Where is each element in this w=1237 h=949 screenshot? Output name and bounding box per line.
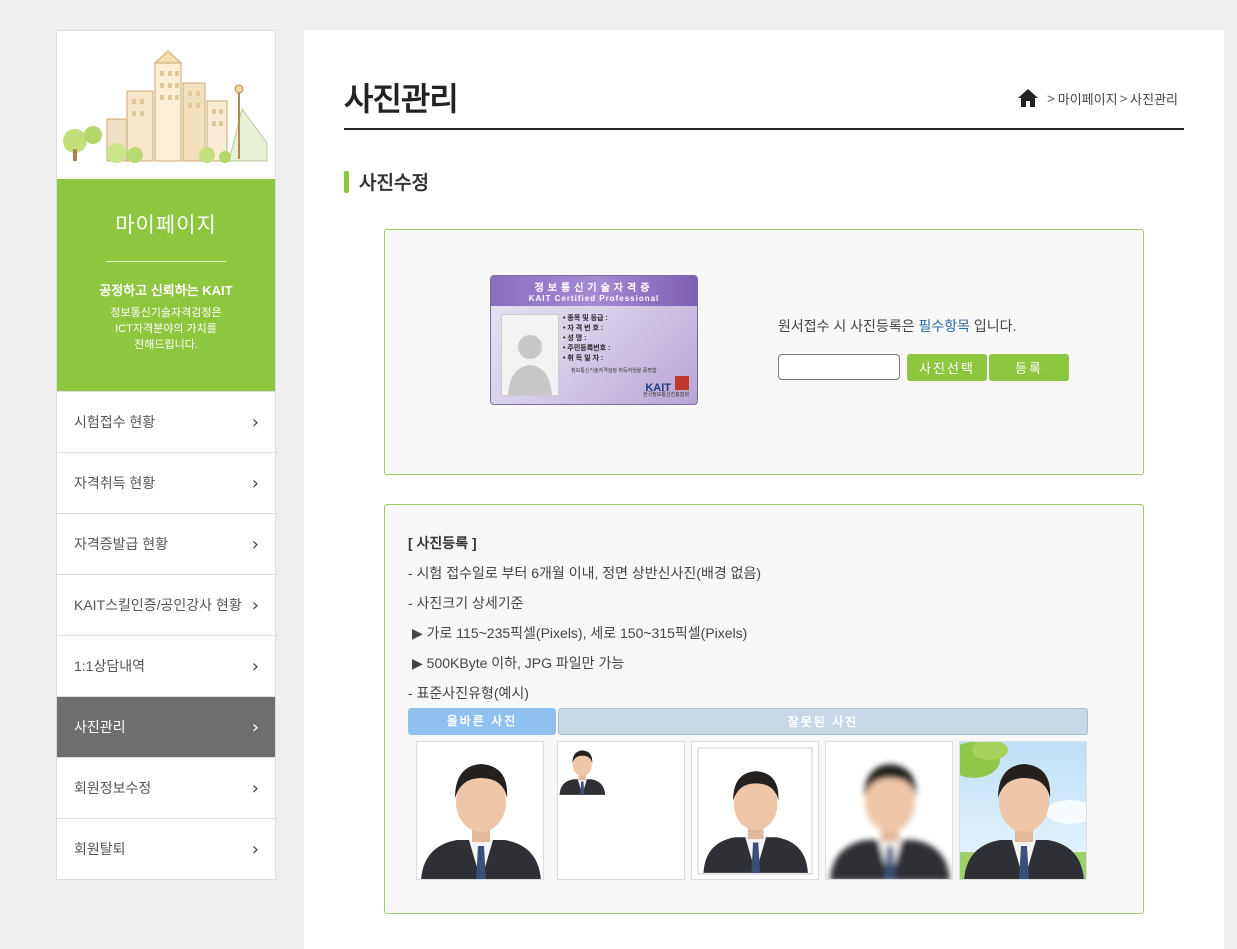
correct-photo-label: 올바른 사진 — [408, 708, 556, 735]
sidebar-item-label: 자격증발급 현황 — [74, 536, 169, 552]
chevron-right-icon: › — [251, 838, 259, 860]
wrong-photo-label: 잘못된 사진 — [558, 708, 1088, 735]
breadcrumb-item-current: 사진관리 — [1130, 91, 1178, 107]
notice-text: 입니다. — [970, 318, 1017, 334]
main-content: 사진관리 > 마이페이지 > 사진관리 사진수정 정보통신기술자격증 KAIT … — [304, 30, 1224, 949]
guide-text: [ 사진등록 ] - 시험 접수일로 부터 6개월 이내, 정면 상반신사진(배… — [408, 533, 761, 713]
chevron-right-icon: › — [251, 472, 259, 494]
sample-photo-blurry — [825, 741, 953, 880]
card-field: • 종목 및 등급 : — [563, 315, 608, 322]
seal-icon — [675, 376, 689, 390]
sidebar-item-exam-status[interactable]: 시험접수 현황 › — [57, 391, 275, 452]
certificate-card-preview: 정보통신기술자격증 KAIT Certified Professional • … — [490, 275, 698, 405]
card-header: 정보통신기술자격증 KAIT Certified Professional — [491, 276, 697, 306]
card-field: • 성 명 : — [563, 335, 587, 342]
home-icon[interactable] — [1017, 88, 1039, 108]
sidebar-item-label: 자격취득 현황 — [74, 475, 156, 491]
breadcrumb-separator: > — [1047, 90, 1055, 106]
city-illustration — [57, 31, 275, 179]
card-field: • 주민등록번호 : — [563, 345, 611, 352]
sample-photo-too-small — [557, 741, 685, 880]
sidebar-item-label: 사진관리 — [74, 719, 126, 735]
sidebar: 마이페이지 공정하고 신뢰하는 KAIT 정보통신기술자격검정은 ICT자격분야… — [56, 30, 276, 880]
sidebar-item-withdraw[interactable]: 회원탈퇴 › — [57, 818, 275, 879]
guide-line: - 시험 접수일로 부터 6개월 이내, 정면 상반신사진(배경 없음) — [408, 565, 762, 581]
page-header: 사진관리 > 마이페이지 > 사진관리 — [344, 74, 1184, 130]
sidebar-menu: 시험접수 현황 › 자격취득 현황 › 자격증발급 현황 › KAIT스킬인증/공인강… — [57, 391, 275, 879]
upload-controls: 사진선택 등록 — [778, 354, 1069, 381]
hero-desc-line: 정보통신기술자격검정은 — [110, 307, 222, 319]
sidebar-item-photo-management[interactable]: 사진관리 › — [57, 696, 275, 757]
guide-line: - 사진크기 상세기준 — [408, 595, 524, 611]
notice-required: 필수항목 — [918, 318, 970, 334]
sidebar-item-certificate-status[interactable]: 자격증발급 현황 › — [57, 513, 275, 574]
sidebar-hero-slogan: 공정하고 신뢰하는 KAIT — [99, 283, 233, 298]
guide-line: ▶ 500KByte 이하, JPG 파일만 가능 — [412, 655, 625, 671]
card-field: • 취 득 일 자 : — [563, 355, 604, 362]
sidebar-item-label: KAIT스킬인증/공인강사 현황 — [74, 597, 242, 613]
sidebar-item-skill-instructor-status[interactable]: KAIT스킬인증/공인강사 현황 › — [57, 574, 275, 635]
sidebar-hero: 마이페이지 공정하고 신뢰하는 KAIT 정보통신기술자격검정은 ICT자격분야… — [57, 179, 275, 391]
kait-logo-subtitle: 한국정보통신진흥협회 — [642, 392, 689, 398]
card-field: • 자 격 번 호 : — [563, 325, 604, 332]
sample-photo-with-border — [691, 741, 819, 880]
sidebar-item-label: 회원탈퇴 — [74, 841, 126, 857]
select-photo-button[interactable]: 사진선택 — [907, 354, 987, 381]
register-button[interactable]: 등록 — [989, 354, 1069, 381]
card-photo-placeholder — [501, 314, 559, 396]
breadcrumb-separator: > — [1119, 90, 1128, 106]
chevron-right-icon: › — [251, 777, 259, 799]
photo-upload-panel: 정보통신기술자격증 KAIT Certified Professional • … — [384, 229, 1144, 475]
card-fields: • 종목 및 등급 : • 자 격 번 호 : • 성 명 : • 주민등록번호… — [563, 314, 610, 364]
chevron-right-icon: › — [251, 716, 259, 738]
guide-line: ▶ 가로 115~235픽셀(Pixels), 세로 150~315픽셀(Pix… — [412, 625, 748, 641]
sidebar-hero-desc: 정보통신기술자격검정은 ICT자격분야의 가치를 전해드립니다. — [57, 305, 275, 353]
sample-photo-correct — [416, 741, 544, 880]
chevron-right-icon: › — [251, 655, 259, 677]
section-title: 사진수정 — [344, 168, 429, 195]
sidebar-item-consultation[interactable]: 1:1상담내역 › — [57, 635, 275, 696]
section-title-text: 사진수정 — [359, 173, 429, 194]
breadcrumb-item-mypage[interactable]: 마이페이지 — [1058, 89, 1118, 108]
chevron-right-icon: › — [251, 533, 259, 555]
hero-divider — [106, 261, 226, 262]
breadcrumb: > 마이페이지 > 사진관리 — [1017, 88, 1178, 108]
card-title: 정보통신기술자격증 — [534, 283, 654, 294]
hero-desc-line: ICT자격분야의 가치를 — [115, 323, 217, 335]
sidebar-item-label: 1:1상담내역 — [74, 658, 145, 674]
sidebar-item-edit-member-info[interactable]: 회원정보수정 › — [57, 757, 275, 818]
file-path-input[interactable] — [778, 354, 900, 380]
chevron-right-icon: › — [251, 411, 259, 433]
sidebar-hero-title: 마이페이지 — [115, 214, 217, 237]
photo-guide-panel: [ 사진등록 ] - 시험 접수일로 부터 6개월 이내, 정면 상반신사진(배… — [384, 504, 1144, 914]
upload-notice: 원서접수 시 사진등록은 필수항목 입니다. — [778, 316, 1016, 336]
sidebar-item-label: 시험접수 현황 — [74, 414, 156, 430]
chevron-right-icon: › — [251, 594, 259, 616]
sidebar-item-qualification-status[interactable]: 자격취득 현황 › — [57, 452, 275, 513]
guide-heading: [ 사진등록 ] — [408, 535, 477, 551]
card-issuer-text: 정보통신기술자격검정 취득자임을 증명함 — [571, 368, 657, 374]
sidebar-item-label: 회원정보수정 — [74, 780, 152, 796]
hero-desc-line: 전해드립니다. — [134, 339, 198, 351]
card-subtitle: KAIT Certified Professional — [528, 294, 660, 303]
sample-photo-with-background — [959, 741, 1087, 880]
section-title-marker — [344, 170, 349, 193]
notice-text: 원서접수 시 사진등록은 — [778, 318, 919, 334]
